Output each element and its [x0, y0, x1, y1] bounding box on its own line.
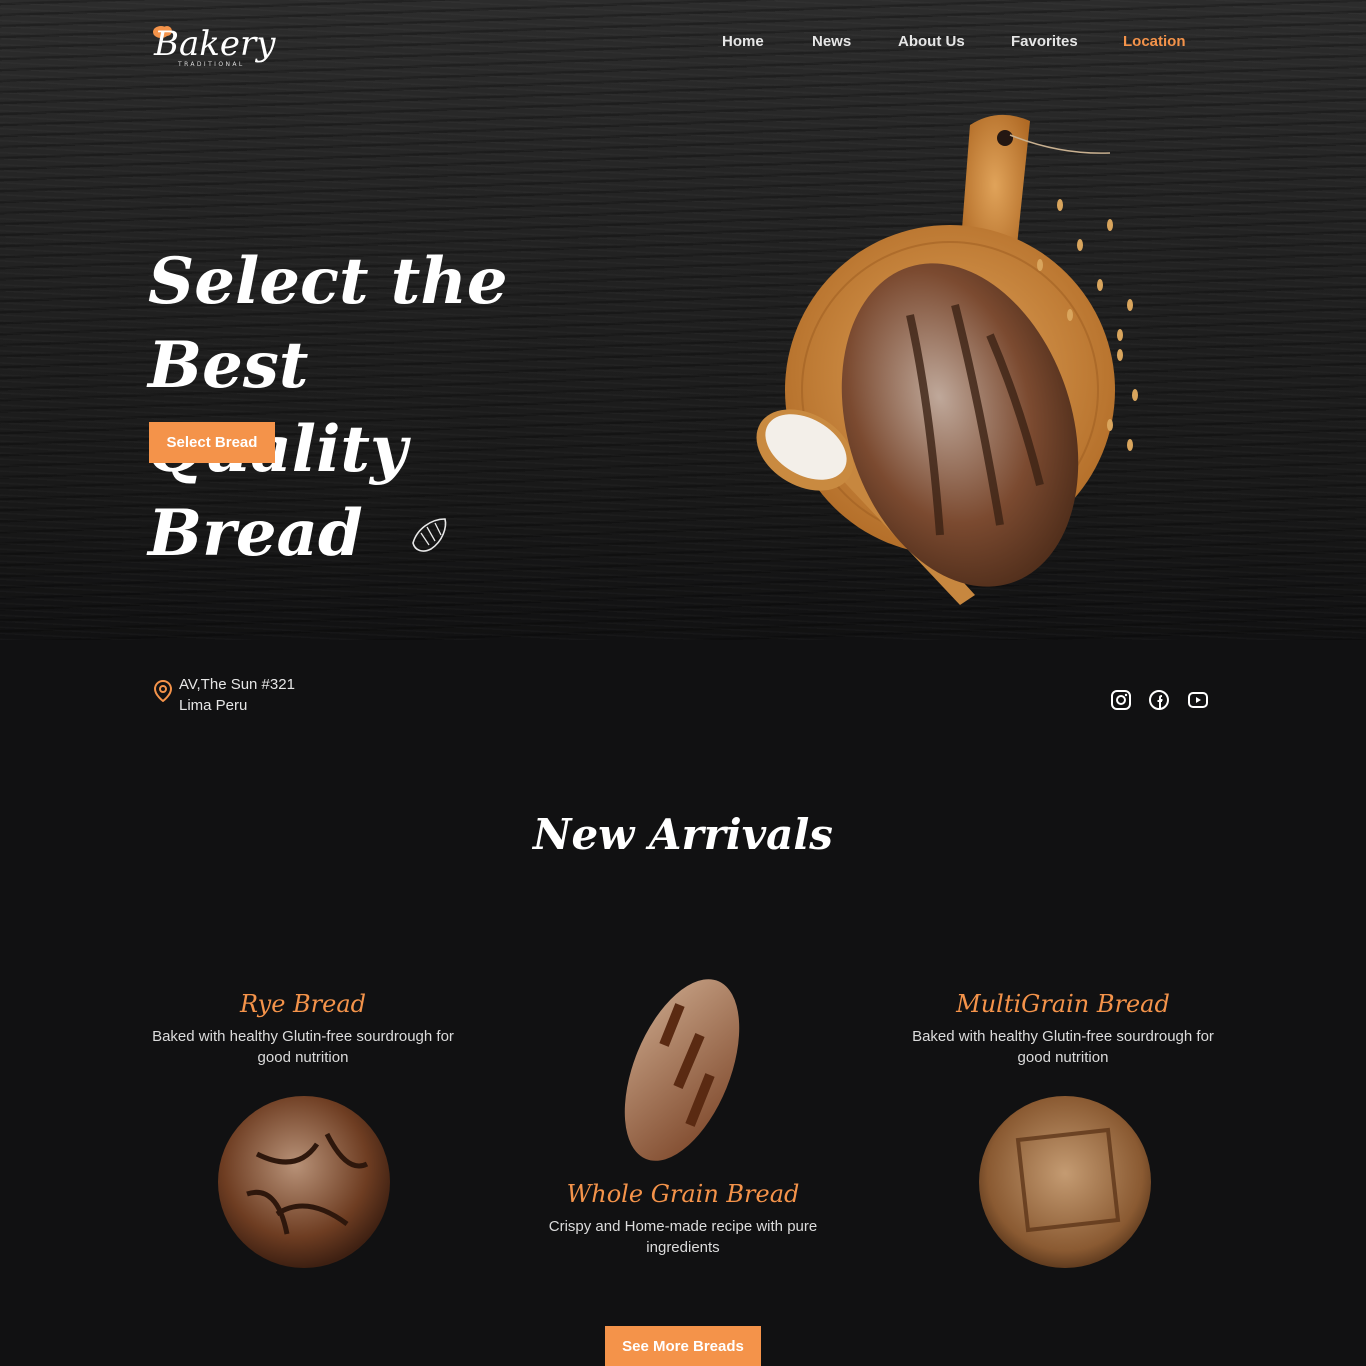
address-line-1: AV,The Sun #321: [179, 676, 295, 693]
product-name: Whole Grain Bread: [566, 1180, 800, 1208]
product-description: Crispy and Home-made recipe with pure in…: [548, 1218, 818, 1256]
nav-about-us[interactable]: About Us: [898, 33, 965, 50]
main-nav: Home News About Us Favorites Location: [700, 33, 1220, 55]
youtube-icon[interactable]: [1187, 689, 1209, 711]
product-name: MultiGrain Bread: [956, 990, 1170, 1018]
product-card-multigrain[interactable]: MultiGrain Bread Baked with healthy Glut…: [900, 990, 1226, 1068]
address-line-2: Lima Peru: [179, 697, 248, 714]
product-name: Rye Bread: [239, 990, 367, 1018]
instagram-icon[interactable]: [1110, 689, 1132, 711]
social-links: [1110, 689, 1210, 711]
nav-location[interactable]: Location: [1123, 33, 1186, 50]
brand-tagline: TRADITIONAL: [178, 61, 245, 68]
bread-on-board-image: [756, 114, 1138, 605]
facebook-icon[interactable]: [1148, 689, 1170, 711]
croissant-icon: [412, 518, 447, 552]
multigrain-bread-image: [979, 1096, 1151, 1268]
product-description: Baked with healthy Glutin-free sourdroug…: [152, 1028, 454, 1066]
hero-title: Select the Best Quality Bread: [148, 240, 578, 576]
select-bread-button[interactable]: Select Bread: [149, 422, 275, 463]
see-more-breads-button[interactable]: See More Breads: [605, 1326, 761, 1366]
location-pin-icon: [154, 680, 172, 702]
hero-title-line-1: Select the Best: [148, 244, 508, 403]
nav-news[interactable]: News: [812, 33, 851, 50]
whole-grain-bread-image: [624, 979, 740, 1161]
product-description: Baked with healthy Glutin-free sourdroug…: [912, 1028, 1214, 1066]
product-card-rye[interactable]: Rye Bread Baked with healthy Glutin-free…: [140, 990, 466, 1068]
nav-home[interactable]: Home: [722, 33, 764, 50]
product-card-whole-grain[interactable]: Whole Grain Bread Crispy and Home-made r…: [520, 1180, 846, 1258]
rye-bread-image: [218, 1096, 390, 1268]
new-arrivals-title: New Arrivals: [533, 810, 833, 859]
nav-favorites[interactable]: Favorites: [1011, 33, 1078, 50]
brand-logo[interactable]: Bakery TRADITIONAL: [152, 24, 276, 74]
brand-name: Bakery: [154, 24, 276, 64]
